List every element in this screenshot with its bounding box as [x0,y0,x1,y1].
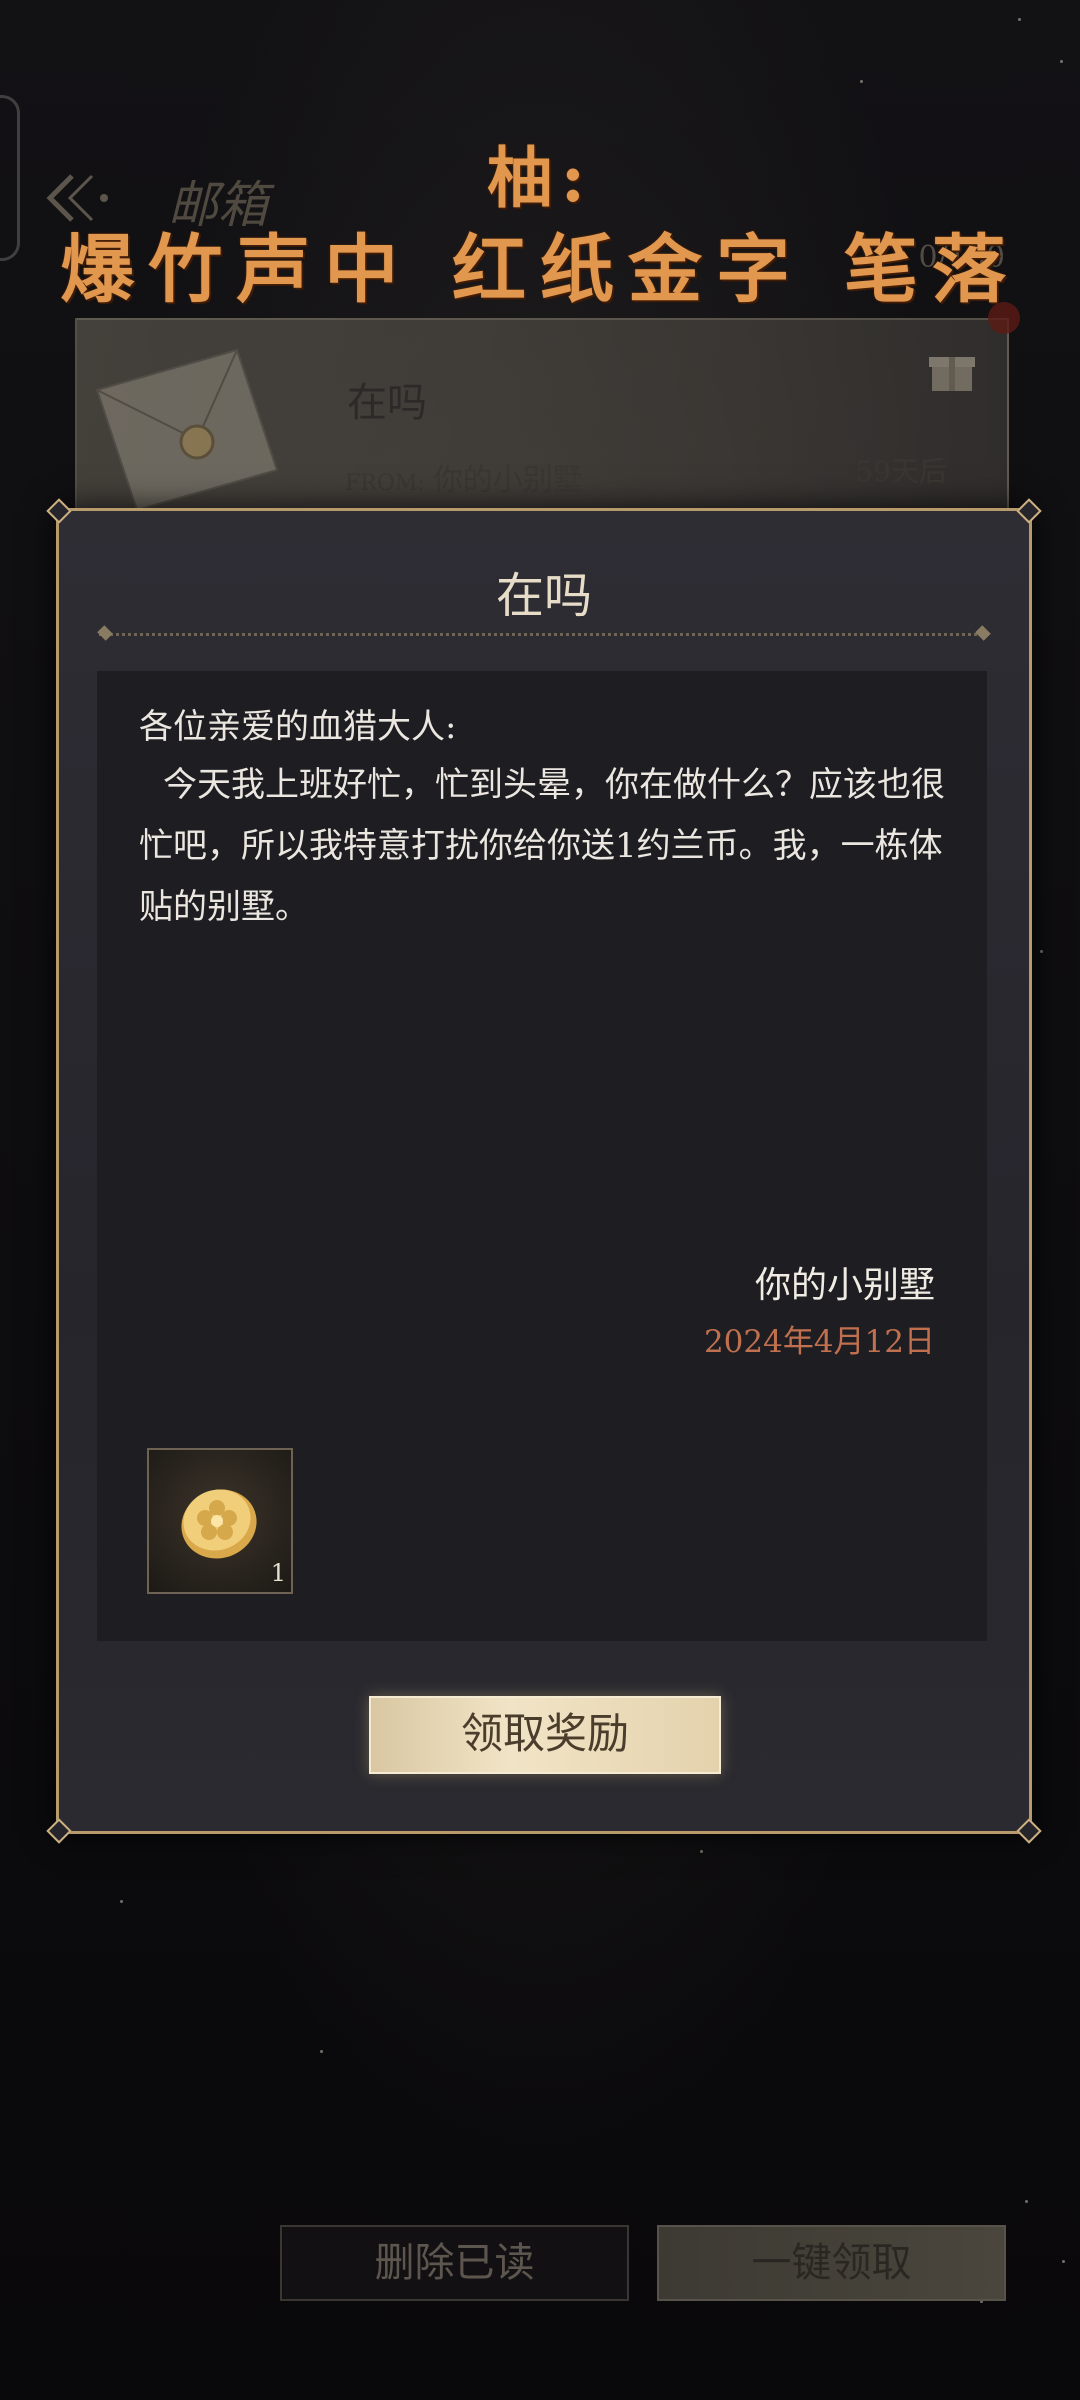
mail-greeting: 各位亲爱的血猎大人: [139,707,457,747]
claim-reward-button[interactable]: 领取奖励 [369,1696,721,1774]
mail-signature: 你的小别墅 [754,1265,935,1306]
claim-all-button[interactable]: 一键领取 [657,2225,1006,2301]
title-divider [99,633,989,636]
reward-item[interactable]: 1 [147,1448,293,1594]
reward-count: 1 [270,1559,286,1587]
caption-line-1: 柚: [486,139,594,217]
star [1060,60,1063,63]
notification-dot [988,302,1020,334]
mail-body: 各位亲爱的血猎大人: 今天我上班好忙，忙到头晕，你在做什么？应该也很忙吧，所以我… [97,671,987,1641]
envelope-icon [95,348,279,512]
star [860,80,863,83]
mail-date: 2024年4月12日 [703,1324,935,1360]
mail-message: 今天我上班好忙，忙到头晕，你在做什么？应该也很忙吧，所以我特意打扰你给你送1约兰… [139,765,945,927]
star [120,1900,123,1903]
divider-ornament [975,625,991,641]
delete-read-button[interactable]: 删除已读 [280,2225,629,2301]
star [320,2050,323,2053]
caption-line-2: 爆竹声中 红纸金字 笔落 [60,227,1020,313]
mail-sender: FROM: 你的小别墅 [345,455,583,499]
star [700,1850,703,1853]
gift-icon [929,357,975,391]
star [1062,2260,1065,2263]
dialog-title: 在吗 [495,568,592,624]
gold-coin-icon [181,1489,257,1559]
mail-expiry: 59天后 [855,455,947,488]
star [1025,2200,1028,2203]
mail-title: 在吗 [347,380,427,426]
divider-ornament [97,625,113,641]
mail-detail-dialog: 在吗 各位亲爱的血猎大人: 今天我上班好忙，忙到头晕，你在做什么？应该也很忙吧，… [46,498,1042,1844]
star [1018,18,1021,21]
from-name: 你的小别墅 [432,463,583,498]
from-label: FROM: [345,471,425,496]
star [1040,950,1043,953]
